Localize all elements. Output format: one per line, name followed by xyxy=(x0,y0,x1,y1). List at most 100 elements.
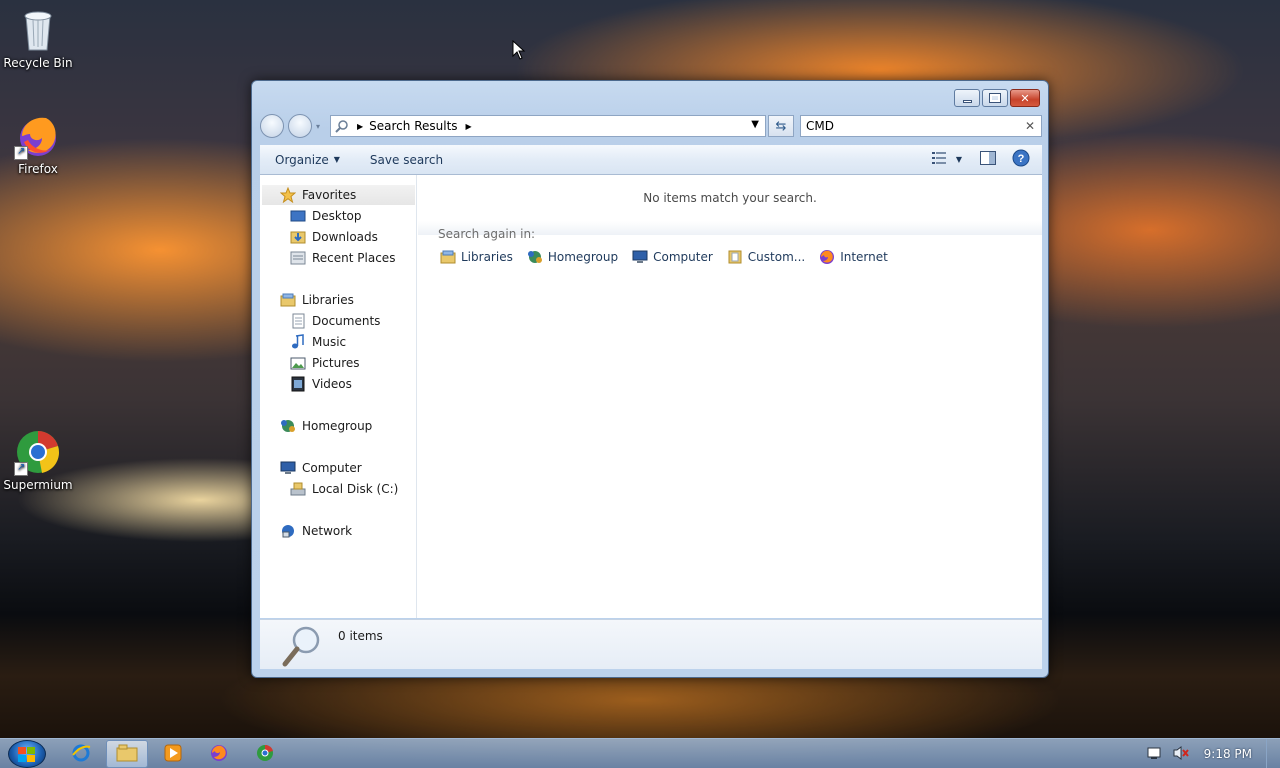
action-center-icon[interactable] xyxy=(1146,745,1162,764)
save-search-button[interactable]: Save search xyxy=(355,153,458,167)
breadcrumb-separator-icon[interactable]: ▶ xyxy=(357,122,363,131)
nav-label: Network xyxy=(302,524,353,538)
location-label: Custom... xyxy=(747,250,806,264)
custom-folder-icon xyxy=(727,249,743,265)
change-view-button[interactable]: ▼ xyxy=(926,152,968,167)
mouse-cursor-icon xyxy=(512,39,526,63)
explorer-window: ✕ ▾ ▶ Search Results ▶ ▼ ⇆ ✕ Organize ▼ … xyxy=(251,80,1049,678)
desktop-icon-label: Supermium xyxy=(3,478,73,492)
star-icon xyxy=(279,186,297,204)
minimize-icon xyxy=(955,90,979,106)
clear-search-icon[interactable]: ✕ xyxy=(1025,119,1035,133)
details-pane: 0 items xyxy=(260,619,1042,669)
location-label: Computer xyxy=(653,250,713,264)
maximize-icon xyxy=(983,90,1007,106)
supermium-icon: ↗ xyxy=(14,428,62,476)
breadcrumb-search-results[interactable]: Search Results xyxy=(369,119,457,133)
chevron-down-icon: ▼ xyxy=(333,155,340,164)
desktop-icon-supermium[interactable]: ↗ Supermium xyxy=(0,428,76,492)
preview-pane-button[interactable] xyxy=(968,151,1008,168)
taskbar-windows-explorer[interactable] xyxy=(106,740,148,768)
music-icon xyxy=(290,334,306,350)
computer-icon xyxy=(632,249,648,265)
search-again-locations: Libraries Homegroup Computer Custom... I… xyxy=(440,249,902,265)
close-button[interactable]: ✕ xyxy=(1010,89,1040,107)
libraries-icon xyxy=(280,292,296,308)
back-button[interactable] xyxy=(260,114,284,138)
taskbar-media-player[interactable] xyxy=(152,740,194,768)
navigation-pane: Favorites Desktop Downloads Recent Place… xyxy=(260,175,417,618)
minimize-button[interactable] xyxy=(954,89,980,107)
nav-item-videos[interactable]: Videos xyxy=(290,376,352,392)
nav-label: Music xyxy=(312,335,347,349)
nav-item-computer[interactable]: Computer xyxy=(280,460,362,476)
desktop-icon-firefox[interactable]: ↗ Firefox xyxy=(0,112,76,176)
internet-icon xyxy=(819,249,835,265)
volume-muted-icon[interactable] xyxy=(1172,745,1190,764)
empty-results-message: No items match your search. xyxy=(643,191,817,205)
nav-item-network[interactable]: Network xyxy=(280,523,352,539)
homegroup-icon xyxy=(280,418,296,434)
svg-text:?: ? xyxy=(1018,153,1025,165)
nav-item-recent-places[interactable]: Recent Places xyxy=(290,250,395,266)
desktop-folder-icon xyxy=(290,208,306,224)
command-bar: Organize ▼ Save search ▼ ? xyxy=(260,145,1042,175)
windows-logo-icon xyxy=(18,747,36,766)
search-again-custom[interactable]: Custom... xyxy=(727,249,805,265)
search-box[interactable]: ✕ xyxy=(800,115,1042,137)
nav-label: Libraries xyxy=(302,293,354,307)
nav-item-desktop[interactable]: Desktop xyxy=(290,208,362,224)
preview-pane-icon xyxy=(980,151,996,168)
taskbar-internet-explorer[interactable] xyxy=(60,740,102,768)
refresh-icon: ⇆ xyxy=(775,118,787,134)
address-bar[interactable]: ▶ Search Results ▶ ▼ xyxy=(330,115,766,137)
nav-label: Local Disk (C:) xyxy=(312,482,399,496)
clock[interactable]: 9:18 PM xyxy=(1204,747,1252,761)
nav-item-homegroup[interactable]: Homegroup xyxy=(280,418,372,434)
nav-item-libraries[interactable]: Libraries xyxy=(280,292,354,308)
search-magnifier-icon xyxy=(280,624,324,671)
search-icon xyxy=(335,119,349,133)
breadcrumb-separator-icon[interactable]: ▶ xyxy=(466,122,472,131)
nav-label: Homegroup xyxy=(302,419,373,433)
search-input[interactable] xyxy=(806,119,1016,133)
organize-button[interactable]: Organize ▼ xyxy=(260,153,355,167)
recent-places-icon xyxy=(290,250,306,266)
nav-label: Videos xyxy=(312,377,352,391)
folder-icon xyxy=(116,744,138,765)
address-dropdown-icon[interactable]: ▼ xyxy=(751,119,759,130)
search-again-homegroup[interactable]: Homegroup xyxy=(527,249,618,265)
forward-button[interactable] xyxy=(288,114,312,138)
desktop-icon-label: Firefox xyxy=(18,162,58,176)
help-button[interactable]: ? xyxy=(1008,149,1042,170)
item-count: 0 items xyxy=(338,629,383,643)
firefox-icon xyxy=(209,743,229,766)
shortcut-arrow-icon: ↗ xyxy=(14,146,28,160)
taskbar-supermium[interactable] xyxy=(244,740,286,768)
taskbar-firefox[interactable] xyxy=(198,740,240,768)
save-search-label: Save search xyxy=(369,152,444,167)
search-again-computer[interactable]: Computer xyxy=(632,249,713,265)
results-pane: No items match your search. Search again… xyxy=(418,175,1042,618)
nav-item-documents[interactable]: Documents xyxy=(290,313,380,329)
search-again-libraries[interactable]: Libraries xyxy=(440,249,513,265)
media-player-icon xyxy=(164,744,182,765)
start-button[interactable] xyxy=(8,740,46,768)
nav-label: Recent Places xyxy=(312,251,396,265)
desktop-icon-recycle-bin[interactable]: Recycle Bin xyxy=(0,6,76,70)
show-desktop-button[interactable] xyxy=(1266,739,1280,768)
system-tray: 9:18 PM xyxy=(1146,739,1280,768)
view-options-chevron-icon[interactable]: ▼ xyxy=(956,155,962,164)
nav-item-music[interactable]: Music xyxy=(290,334,346,350)
homegroup-icon xyxy=(527,249,543,265)
refresh-button[interactable]: ⇆ xyxy=(768,115,794,137)
internet-explorer-icon xyxy=(71,743,91,766)
nav-label: Downloads xyxy=(312,230,378,244)
nav-item-local-disk[interactable]: Local Disk (C:) xyxy=(290,481,398,497)
nav-item-pictures[interactable]: Pictures xyxy=(290,355,360,371)
search-again-internet[interactable]: Internet xyxy=(819,249,888,265)
recent-pages-chevron-icon[interactable]: ▾ xyxy=(316,122,320,131)
nav-item-downloads[interactable]: Downloads xyxy=(290,229,378,245)
nav-item-favorites[interactable]: Favorites xyxy=(279,186,356,204)
maximize-button[interactable] xyxy=(982,89,1008,107)
